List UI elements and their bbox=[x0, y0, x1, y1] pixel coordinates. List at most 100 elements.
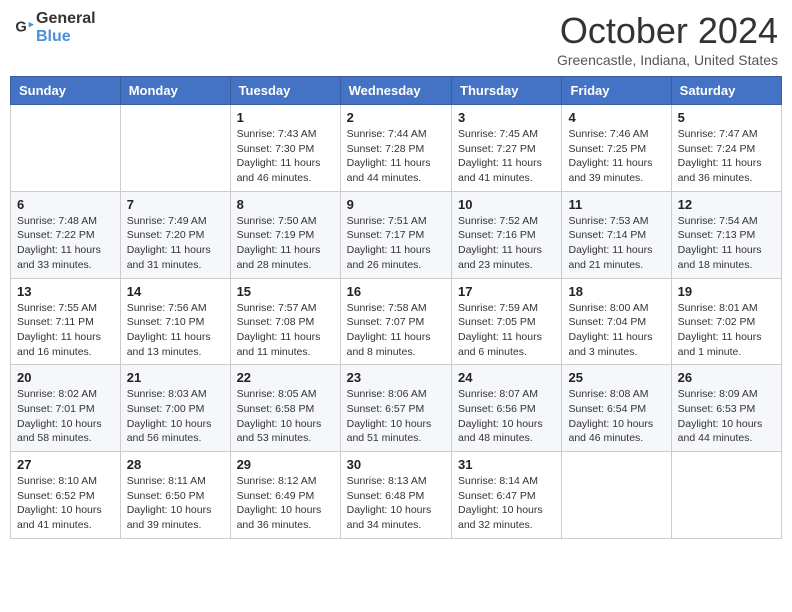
calendar-cell: 12Sunrise: 7:54 AM Sunset: 7:13 PM Dayli… bbox=[671, 191, 781, 278]
calendar-cell: 14 Sunrise: 7:56 AM Sunset: 7:10 PM Dayli… bbox=[120, 278, 230, 365]
page-header: G General Blue October 2024 Greencastle,… bbox=[10, 10, 782, 68]
day-info: Sunrise: 7:45 AM Sunset: 7:27 PM Dayligh… bbox=[458, 127, 555, 186]
day-info: Sunrise: 7:57 AM Sunset: 7:08 PM Dayligh… bbox=[237, 301, 334, 360]
calendar-cell: 18 Sunrise: 8:00 AM Sunset: 7:04 PM Dayli… bbox=[562, 278, 671, 365]
calendar-cell: 13 Sunrise: 7:55 AM Sunset: 7:11 PM Dayli… bbox=[11, 278, 121, 365]
calendar-cell: 22 Sunrise: 8:05 AM Sunset: 6:58 PM Dayli… bbox=[230, 365, 340, 452]
day-info: Sunrise: 8:09 AM Sunset: 6:53 PM Dayligh… bbox=[678, 387, 775, 446]
day-number: 18 bbox=[568, 284, 664, 299]
day-number: 10 bbox=[458, 197, 555, 212]
day-number: 28 bbox=[127, 457, 224, 472]
day-info: Sunrise: 8:01 AM Sunset: 7:02 PM Dayligh… bbox=[678, 301, 775, 360]
calendar-cell: 27Sunrise: 8:10 AM Sunset: 6:52 PM Dayli… bbox=[11, 452, 121, 539]
day-info: Sunrise: 8:02 AM Sunset: 7:01 PM Dayligh… bbox=[17, 387, 114, 446]
calendar-cell: 6Sunrise: 7:48 AM Sunset: 7:22 PM Daylig… bbox=[11, 191, 121, 278]
calendar-cell: 7 Sunrise: 7:49 AM Sunset: 7:20 PM Daylig… bbox=[120, 191, 230, 278]
weekday-header-thursday: Thursday bbox=[452, 77, 562, 105]
day-info: Sunrise: 8:12 AM Sunset: 6:49 PM Dayligh… bbox=[237, 474, 334, 533]
day-info: Sunrise: 7:52 AM Sunset: 7:16 PM Dayligh… bbox=[458, 214, 555, 273]
day-info: Sunrise: 7:59 AM Sunset: 7:05 PM Dayligh… bbox=[458, 301, 555, 360]
location: Greencastle, Indiana, United States bbox=[557, 52, 778, 68]
calendar-cell: 11Sunrise: 7:53 AM Sunset: 7:14 PM Dayli… bbox=[562, 191, 671, 278]
weekday-header-saturday: Saturday bbox=[671, 77, 781, 105]
day-number: 25 bbox=[568, 370, 664, 385]
day-number: 23 bbox=[347, 370, 445, 385]
day-number: 2 bbox=[347, 110, 445, 125]
calendar-cell: 21 Sunrise: 8:03 AM Sunset: 7:00 PM Dayli… bbox=[120, 365, 230, 452]
day-number: 30 bbox=[347, 457, 445, 472]
day-info: Sunrise: 7:46 AM Sunset: 7:25 PM Dayligh… bbox=[568, 127, 664, 186]
day-info: Sunrise: 8:05 AM Sunset: 6:58 PM Dayligh… bbox=[237, 387, 334, 446]
svg-text:G: G bbox=[15, 19, 26, 35]
calendar-cell: 28Sunrise: 8:11 AM Sunset: 6:50 PM Dayli… bbox=[120, 452, 230, 539]
day-info: Sunrise: 8:00 AM Sunset: 7:04 PM Dayligh… bbox=[568, 301, 664, 360]
calendar-cell: 17 Sunrise: 7:59 AM Sunset: 7:05 PM Dayli… bbox=[452, 278, 562, 365]
calendar-cell: 2Sunrise: 7:44 AM Sunset: 7:28 PM Daylig… bbox=[340, 105, 451, 192]
day-info: Sunrise: 8:08 AM Sunset: 6:54 PM Dayligh… bbox=[568, 387, 664, 446]
calendar-cell bbox=[11, 105, 121, 192]
day-info: Sunrise: 8:13 AM Sunset: 6:48 PM Dayligh… bbox=[347, 474, 445, 533]
calendar-cell bbox=[671, 452, 781, 539]
day-number: 3 bbox=[458, 110, 555, 125]
day-number: 19 bbox=[678, 284, 775, 299]
logo: G General Blue bbox=[14, 10, 96, 46]
day-info: Sunrise: 8:07 AM Sunset: 6:56 PM Dayligh… bbox=[458, 387, 555, 446]
calendar-cell: 25 Sunrise: 8:08 AM Sunset: 6:54 PM Dayli… bbox=[562, 365, 671, 452]
day-info: Sunrise: 7:56 AM Sunset: 7:10 PM Dayligh… bbox=[127, 301, 224, 360]
calendar-week-2: 6Sunrise: 7:48 AM Sunset: 7:22 PM Daylig… bbox=[11, 191, 782, 278]
weekday-header-friday: Friday bbox=[562, 77, 671, 105]
day-number: 26 bbox=[678, 370, 775, 385]
day-number: 21 bbox=[127, 370, 224, 385]
weekday-header-row: SundayMondayTuesdayWednesdayThursdayFrid… bbox=[11, 77, 782, 105]
calendar-week-3: 13 Sunrise: 7:55 AM Sunset: 7:11 PM Dayli… bbox=[11, 278, 782, 365]
day-number: 24 bbox=[458, 370, 555, 385]
day-info: Sunrise: 7:49 AM Sunset: 7:20 PM Dayligh… bbox=[127, 214, 224, 273]
day-info: Sunrise: 7:48 AM Sunset: 7:22 PM Dayligh… bbox=[17, 214, 114, 273]
weekday-header-monday: Monday bbox=[120, 77, 230, 105]
calendar-cell: 24 Sunrise: 8:07 AM Sunset: 6:56 PM Dayli… bbox=[452, 365, 562, 452]
calendar-cell: 15Sunrise: 7:57 AM Sunset: 7:08 PM Dayli… bbox=[230, 278, 340, 365]
calendar-cell: 9Sunrise: 7:51 AM Sunset: 7:17 PM Daylig… bbox=[340, 191, 451, 278]
day-info: Sunrise: 8:06 AM Sunset: 6:57 PM Dayligh… bbox=[347, 387, 445, 446]
calendar-cell: 30 Sunrise: 8:13 AM Sunset: 6:48 PM Dayli… bbox=[340, 452, 451, 539]
day-number: 1 bbox=[237, 110, 334, 125]
day-number: 17 bbox=[458, 284, 555, 299]
day-number: 11 bbox=[568, 197, 664, 212]
calendar-week-4: 20Sunrise: 8:02 AM Sunset: 7:01 PM Dayli… bbox=[11, 365, 782, 452]
day-info: Sunrise: 7:58 AM Sunset: 7:07 PM Dayligh… bbox=[347, 301, 445, 360]
logo-blue: Blue bbox=[36, 28, 71, 45]
day-number: 7 bbox=[127, 197, 224, 212]
calendar-cell: 4 Sunrise: 7:46 AM Sunset: 7:25 PM Daylig… bbox=[562, 105, 671, 192]
day-number: 14 bbox=[127, 284, 224, 299]
calendar-cell: 20Sunrise: 8:02 AM Sunset: 7:01 PM Dayli… bbox=[11, 365, 121, 452]
day-number: 9 bbox=[347, 197, 445, 212]
calendar-cell: 8Sunrise: 7:50 AM Sunset: 7:19 PM Daylig… bbox=[230, 191, 340, 278]
day-info: Sunrise: 8:03 AM Sunset: 7:00 PM Dayligh… bbox=[127, 387, 224, 446]
day-number: 29 bbox=[237, 457, 334, 472]
day-info: Sunrise: 7:43 AM Sunset: 7:30 PM Dayligh… bbox=[237, 127, 334, 186]
weekday-header-tuesday: Tuesday bbox=[230, 77, 340, 105]
calendar-cell: 3 Sunrise: 7:45 AM Sunset: 7:27 PM Daylig… bbox=[452, 105, 562, 192]
title-area: October 2024 Greencastle, Indiana, Unite… bbox=[557, 10, 778, 68]
calendar-cell bbox=[562, 452, 671, 539]
calendar: SundayMondayTuesdayWednesdayThursdayFrid… bbox=[10, 76, 782, 539]
day-info: Sunrise: 7:50 AM Sunset: 7:19 PM Dayligh… bbox=[237, 214, 334, 273]
day-info: Sunrise: 7:47 AM Sunset: 7:24 PM Dayligh… bbox=[678, 127, 775, 186]
month-title: October 2024 bbox=[557, 10, 778, 52]
day-number: 27 bbox=[17, 457, 114, 472]
calendar-week-1: 1 Sunrise: 7:43 AM Sunset: 7:30 PM Daylig… bbox=[11, 105, 782, 192]
day-number: 5 bbox=[678, 110, 775, 125]
calendar-cell: 10 Sunrise: 7:52 AM Sunset: 7:16 PM Dayli… bbox=[452, 191, 562, 278]
calendar-cell: 19 Sunrise: 8:01 AM Sunset: 7:02 PM Dayli… bbox=[671, 278, 781, 365]
day-number: 31 bbox=[458, 457, 555, 472]
weekday-header-sunday: Sunday bbox=[11, 77, 121, 105]
day-number: 22 bbox=[237, 370, 334, 385]
calendar-week-5: 27Sunrise: 8:10 AM Sunset: 6:52 PM Dayli… bbox=[11, 452, 782, 539]
logo-icon: G bbox=[14, 18, 34, 38]
calendar-cell: 1 Sunrise: 7:43 AM Sunset: 7:30 PM Daylig… bbox=[230, 105, 340, 192]
day-number: 13 bbox=[17, 284, 114, 299]
calendar-cell: 26 Sunrise: 8:09 AM Sunset: 6:53 PM Dayli… bbox=[671, 365, 781, 452]
day-number: 4 bbox=[568, 110, 664, 125]
calendar-cell: 23 Sunrise: 8:06 AM Sunset: 6:57 PM Dayli… bbox=[340, 365, 451, 452]
day-info: Sunrise: 7:55 AM Sunset: 7:11 PM Dayligh… bbox=[17, 301, 114, 360]
